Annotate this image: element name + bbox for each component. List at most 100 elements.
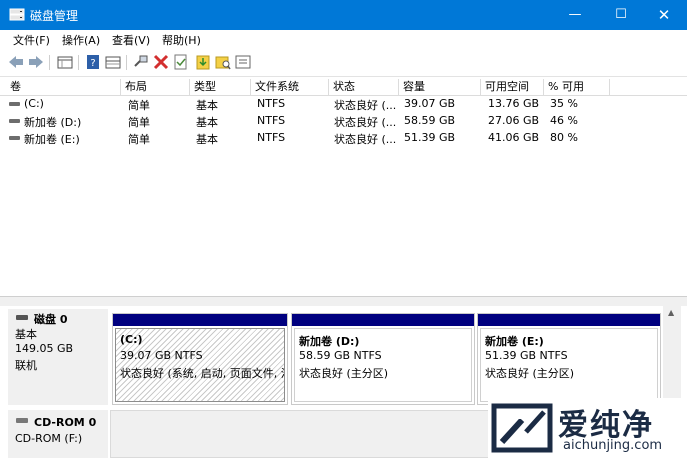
cell-layout: 简单 (128, 116, 150, 129)
cell-type: 基本 (196, 116, 218, 129)
menu-bar: 文件(F) 操作(A) 查看(V) 帮助(H) (0, 30, 687, 49)
toolbar: ? (0, 49, 687, 77)
disk-type: 基本 (15, 328, 37, 341)
partition-band (478, 314, 660, 326)
cell-layout: 简单 (128, 99, 150, 112)
partition-name: (C:) (120, 333, 143, 346)
partition-status: 状态良好 (系统, 启动, 页面文件, 活 (120, 367, 284, 380)
column-status[interactable]: 状态 (329, 79, 399, 96)
forward-icon[interactable] (27, 53, 45, 71)
column-capacity[interactable]: 容量 (399, 79, 481, 96)
cell-volume: 新加卷 (E:) (24, 133, 80, 146)
import-icon[interactable] (194, 53, 212, 71)
close-button[interactable]: ✕ (641, 0, 687, 30)
partition-band (292, 314, 474, 326)
cell-status: 状态良好 (... (334, 133, 397, 146)
volume-list-icon[interactable] (104, 53, 122, 71)
cdrom-icon (16, 418, 28, 423)
disk-status: 联机 (15, 359, 37, 372)
title-bar: 磁盘管理 — ☐ ✕ (0, 0, 687, 30)
partition-size: 39.07 GB NTFS (120, 349, 203, 362)
check-icon[interactable] (172, 53, 190, 71)
partition-status: 状态良好 (主分区) (299, 367, 389, 380)
minimize-button[interactable]: — (552, 0, 598, 30)
scroll-up-icon[interactable]: ▲ (668, 308, 674, 317)
cell-layout: 简单 (128, 133, 150, 146)
partition-band (113, 314, 287, 326)
column-layout[interactable]: 布局 (121, 79, 190, 96)
pane-splitter[interactable] (0, 296, 687, 306)
partition-d[interactable]: 新加卷 (D:) 58.59 GB NTFS 状态良好 (主分区) (291, 313, 475, 405)
partition-name: 新加卷 (D:) (299, 335, 360, 348)
drive-icon (9, 119, 20, 123)
window-title: 磁盘管理 (30, 9, 79, 23)
cell-type: 基本 (196, 99, 218, 112)
column-percent-free[interactable]: % 可用 (544, 79, 610, 96)
cdrom0-label[interactable]: CD-ROM 0 CD-ROM (F:) (8, 410, 108, 458)
cell-percent-free: 80 % (550, 131, 578, 144)
menu-help[interactable]: 帮助(H) (162, 32, 201, 48)
cell-capacity: 51.39 GB (404, 131, 456, 144)
cell-percent-free: 46 % (550, 114, 578, 127)
cdrom-type: CD-ROM (F:) (15, 432, 83, 445)
disk-management-icon (9, 8, 25, 21)
cell-volume: (C:) (24, 97, 44, 110)
disk-list-icon[interactable] (56, 53, 74, 71)
partition-c[interactable]: (C:) 39.07 GB NTFS 状态良好 (系统, 启动, 页面文件, 活 (112, 313, 288, 405)
cell-percent-free: 35 % (550, 97, 578, 110)
toolbar-separator (49, 55, 50, 70)
drive-icon (9, 136, 20, 140)
disk-name: 磁盘 0 (34, 313, 68, 326)
column-free-space[interactable]: 可用空间 (481, 79, 544, 96)
cell-type: 基本 (196, 133, 218, 146)
volume-list: (C:) 简单 基本 NTFS 状态良好 (... 39.07 GB 13.76… (0, 96, 687, 296)
drive-icon (9, 102, 20, 106)
table-row[interactable]: 新加卷 (E:) 简单 基本 NTFS 状态良好 (... 51.39 GB 4… (0, 130, 687, 146)
cell-free-space: 41.06 GB (488, 131, 540, 144)
partition-size: 51.39 GB NTFS (485, 349, 568, 362)
cell-status: 状态良好 (... (334, 99, 397, 112)
menu-file[interactable]: 文件(F) (13, 32, 50, 48)
partition-e[interactable]: 新加卷 (E:) 51.39 GB NTFS 状态良好 (主分区) (477, 313, 661, 405)
back-icon[interactable] (7, 53, 25, 71)
cell-capacity: 39.07 GB (404, 97, 456, 110)
column-filesystem[interactable]: 文件系统 (251, 79, 329, 96)
table-row[interactable]: (C:) 简单 基本 NTFS 状态良好 (... 39.07 GB 13.76… (0, 96, 687, 112)
cell-filesystem: NTFS (257, 97, 286, 110)
disk-size: 149.05 GB (15, 342, 74, 355)
partition-size: 58.59 GB NTFS (299, 349, 382, 362)
menu-view[interactable]: 查看(V) (112, 32, 150, 48)
cell-filesystem: NTFS (257, 131, 286, 144)
cell-free-space: 27.06 GB (488, 114, 540, 127)
partition-body: (C:) 39.07 GB NTFS 状态良好 (系统, 启动, 页面文件, 活 (115, 328, 285, 402)
table-row[interactable]: 新加卷 (D:) 简单 基本 NTFS 状态良好 (... 58.59 GB 2… (0, 113, 687, 129)
cdrom-name: CD-ROM 0 (34, 416, 97, 429)
disk0-label[interactable]: 磁盘 0 基本 149.05 GB 联机 (8, 309, 108, 405)
disk-icon (16, 315, 28, 320)
partition-name: 新加卷 (E:) (485, 335, 544, 348)
cell-volume: 新加卷 (D:) (24, 116, 82, 129)
toolbar-separator (78, 55, 79, 70)
toolbar-separator (126, 55, 127, 70)
column-volume[interactable]: 卷 (6, 79, 121, 96)
properties-icon[interactable] (234, 53, 252, 71)
volume-list-header: 卷 布局 类型 文件系统 状态 容量 可用空间 % 可用 (0, 79, 687, 96)
cell-free-space: 13.76 GB (488, 97, 540, 110)
watermark: 爱纯净 aichunjing.com (488, 398, 687, 458)
maximize-button[interactable]: ☐ (598, 0, 644, 30)
column-type[interactable]: 类型 (190, 79, 251, 96)
watermark-url: aichunjing.com (563, 438, 663, 453)
folder-search-icon[interactable] (214, 53, 232, 71)
menu-action[interactable]: 操作(A) (62, 32, 100, 48)
partition-status: 状态良好 (主分区) (485, 367, 575, 380)
watermark-logo-icon (491, 403, 553, 453)
cell-filesystem: NTFS (257, 114, 286, 127)
svg-text:?: ? (90, 58, 95, 69)
cell-status: 状态良好 (... (334, 116, 397, 129)
help-icon[interactable]: ? (84, 53, 102, 71)
partition-body: 新加卷 (E:) 51.39 GB NTFS 状态良好 (主分区) (480, 328, 658, 402)
connect-icon[interactable] (132, 53, 150, 71)
cell-capacity: 58.59 GB (404, 114, 456, 127)
partition-body: 新加卷 (D:) 58.59 GB NTFS 状态良好 (主分区) (294, 328, 472, 402)
delete-icon[interactable] (152, 53, 170, 71)
